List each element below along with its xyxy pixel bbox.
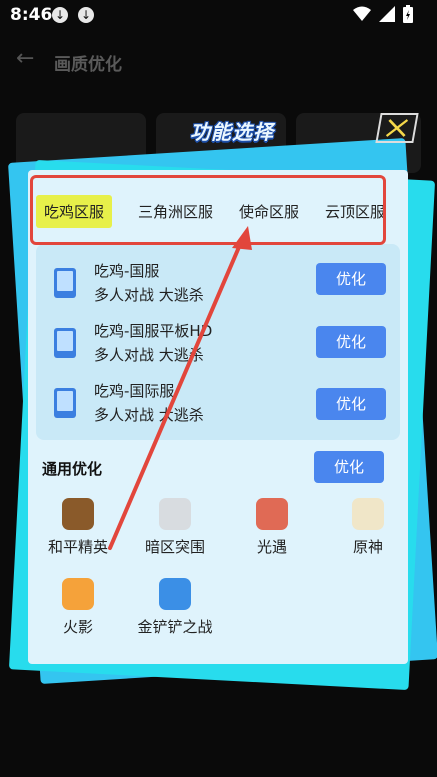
annotation-arrow-icon — [108, 226, 252, 550]
